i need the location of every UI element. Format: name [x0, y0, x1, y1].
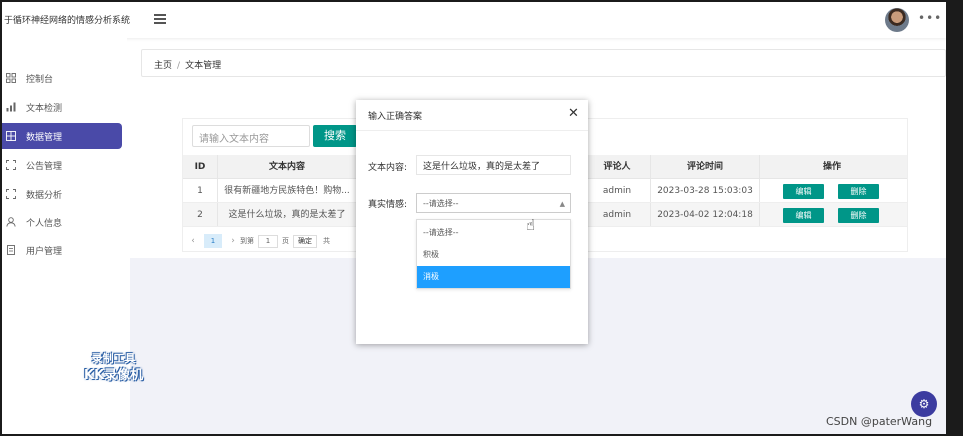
app-title: 于循环神经网络的情感分析系统 [4, 16, 131, 26]
sidebar-item-announcements[interactable]: 公告管理 [2, 152, 122, 178]
goto-label: 到第 [240, 237, 254, 245]
dashboard-icon [6, 73, 16, 83]
breadcrumb: 主页 / 文本管理 [141, 49, 946, 77]
breadcrumb-current: 文本管理 [185, 61, 222, 71]
user-icon [6, 217, 16, 227]
emotion-select-value: --请选择-- [423, 199, 459, 208]
more-options-icon[interactable]: ••• [918, 11, 942, 25]
dropdown-option-highlighted[interactable]: 消极 [417, 266, 570, 288]
settings-gear-icon[interactable]: ⚙ [911, 391, 937, 417]
bar-chart-icon [6, 102, 16, 112]
dropdown-option[interactable]: 积极 [417, 244, 570, 266]
goto-page-input[interactable]: 1 [258, 234, 278, 248]
header-actions: 操作 [822, 162, 841, 172]
user-avatar[interactable] [885, 8, 909, 32]
sidebar-item-label: 个人信息 [26, 218, 63, 229]
watermark-line1: 录制工具 [91, 352, 136, 365]
row-time: 2023-04-02 12:04:18 [657, 210, 753, 220]
expand-icon [6, 189, 16, 199]
emotion-label: 真实情感: [368, 200, 408, 210]
search-input[interactable]: 请输入文本内容 [192, 125, 310, 147]
row-commenter: admin [602, 210, 632, 220]
header-commenter: 评论人 [603, 162, 631, 172]
grid-icon [6, 131, 16, 141]
pagination: ‹ 1 › 到第 1 页 确定 共 [186, 233, 330, 249]
csdn-watermark: CSDN @paterWang [826, 415, 933, 428]
sidebar-item-profile[interactable]: 个人信息 [2, 209, 122, 235]
search-button[interactable]: 搜索 [313, 125, 357, 147]
sidebar-item-label: 文本检测 [26, 103, 63, 114]
row-time: 2023-03-28 15:03:03 [657, 186, 753, 196]
text-content-field[interactable]: 这是什么垃圾，真的是太差了 [416, 155, 571, 175]
chevron-up-icon: ▲ [559, 200, 565, 208]
prev-page-icon[interactable]: ‹ [186, 236, 200, 246]
delete-button[interactable]: 删除 [838, 208, 879, 223]
row-content: 很有新疆地方民族特色！购物... [224, 186, 350, 196]
sidebar-item-data-management[interactable]: 数据管理 [2, 123, 122, 149]
sidebar-item-label: 用户管理 [26, 246, 63, 257]
menu-toggle-icon[interactable] [154, 14, 166, 24]
watermark-line2: KK录像机 [84, 368, 144, 383]
row-id: 2 [197, 210, 203, 220]
text-content-label: 文本内容: [368, 163, 408, 173]
header-content: 文本内容 [268, 162, 305, 172]
emotion-dropdown: --请选择-- 积极 消极 [416, 219, 571, 289]
sidebar-item-data-analysis[interactable]: 数据分析 [2, 181, 122, 207]
sidebar-item-user-management[interactable]: 用户管理 [2, 237, 122, 263]
dropdown-option[interactable]: --请选择-- [417, 222, 570, 244]
recorder-watermark: 录制工具 KK录像机 [84, 350, 143, 384]
top-bar: 于循环神经网络的情感分析系统 ••• [2, 2, 946, 38]
next-page-icon[interactable]: › [226, 236, 240, 246]
current-page[interactable]: 1 [204, 234, 222, 248]
page-unit: 页 [282, 237, 289, 245]
answer-dialog: 输入正确答案 ✕ 文本内容: 这是什么垃圾，真的是太差了 真实情感: --请选择… [356, 100, 588, 344]
sidebar-item-text-detection[interactable]: 文本检测 [2, 94, 122, 120]
row-commenter: admin [602, 186, 632, 196]
delete-button[interactable]: 删除 [838, 184, 879, 199]
header-id: ID [194, 162, 206, 172]
sidebar-item-label: 公告管理 [26, 161, 63, 172]
app-window: 于循环神经网络的情感分析系统 ••• 控制台 文本检测 数据管理 公告管理 数据… [2, 2, 946, 434]
sidebar-item-dashboard[interactable]: 控制台 [2, 65, 122, 91]
dialog-title: 输入正确答案 [368, 112, 423, 122]
sidebar-item-label: 数据管理 [26, 132, 63, 143]
expand-icon [6, 160, 16, 170]
emotion-select[interactable]: --请选择-- ▲ [416, 193, 571, 213]
goto-confirm-button[interactable]: 确定 [293, 234, 317, 248]
breadcrumb-home[interactable]: 主页 [154, 61, 172, 71]
document-icon [6, 245, 16, 255]
row-id: 1 [197, 186, 203, 196]
edit-button[interactable]: 编辑 [783, 184, 824, 199]
sidebar-item-label: 控制台 [26, 74, 54, 85]
breadcrumb-separator: / [177, 61, 181, 71]
header-time: 评论时间 [686, 162, 723, 172]
total-label: 共 [323, 237, 330, 245]
close-icon[interactable]: ✕ [568, 106, 579, 121]
sidebar-item-label: 数据分析 [26, 190, 63, 201]
hand-cursor-icon: ☝ [526, 216, 536, 234]
row-content: 这是什么垃圾，真的是太差了 [228, 210, 346, 220]
edit-button[interactable]: 编辑 [783, 208, 824, 223]
